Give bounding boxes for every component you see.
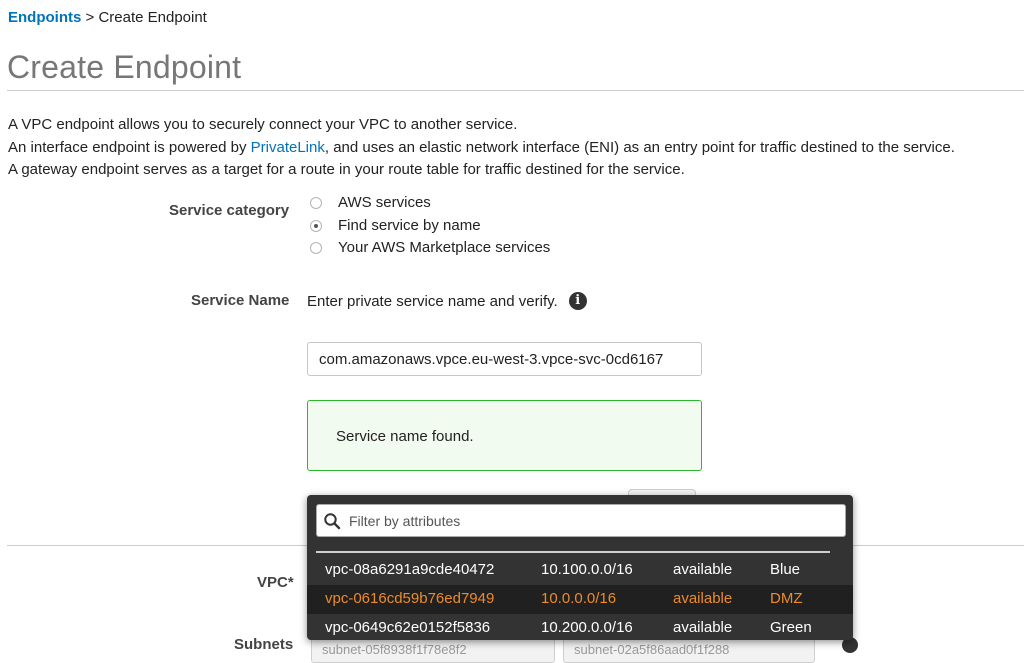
breadcrumb-current: Create Endpoint	[98, 9, 207, 26]
radio-find-service-by-name[interactable]: Find service by name	[310, 217, 481, 234]
vpc-option-cidr: 10.100.0.0/16	[541, 561, 633, 578]
page-title: Create Endpoint	[7, 49, 242, 85]
vpc-option-id: vpc-0649c62e0152f5836	[325, 619, 491, 636]
service-name-found-alert: Service name found.	[307, 400, 702, 471]
description-line-1: A VPC endpoint allows you to securely co…	[8, 116, 518, 133]
breadcrumb-endpoints-link[interactable]: Endpoints	[8, 9, 81, 26]
privatelink-link[interactable]: PrivateLink	[251, 139, 325, 156]
vpc-option-cidr: 10.200.0.0/16	[541, 619, 633, 636]
service-name-hint-text: Enter private service name and verify.	[307, 292, 558, 310]
vpc-option-list: vpc-08a6291a9cde40472 10.100.0.0/16 avai…	[307, 556, 853, 643]
vpc-filter-input[interactable]	[349, 512, 829, 529]
radio-marketplace-services[interactable]: Your AWS Marketplace services	[310, 239, 550, 256]
radio-button-aws-services[interactable]	[310, 196, 322, 209]
vpc-option-dmz[interactable]: vpc-0616cd59b76ed7949 10.0.0.0/16 availa…	[307, 585, 853, 614]
vpc-option-state: available	[673, 590, 733, 607]
description: A VPC endpoint allows you to securely co…	[8, 114, 955, 182]
breadcrumb-separator: >	[81, 9, 99, 26]
dropdown-divider	[316, 551, 830, 553]
vpc-option-name: DMZ	[770, 590, 803, 607]
filter-input-wrapper	[316, 504, 846, 537]
description-line-2-before: An interface endpoint is powered by	[8, 138, 251, 156]
vpc-option-name: Blue	[770, 561, 801, 578]
description-line-3: A gateway endpoint serves as a target fo…	[8, 161, 685, 178]
service-category-label: Service category	[169, 202, 290, 219]
radio-aws-services[interactable]: AWS services	[310, 194, 431, 211]
breadcrumb: Endpoints > Create Endpoint	[8, 9, 207, 26]
vpc-option-state: available	[673, 619, 733, 636]
radio-label-marketplace-services: Your AWS Marketplace services	[338, 239, 551, 256]
vpc-option-blue[interactable]: vpc-08a6291a9cde40472 10.100.0.0/16 avai…	[307, 556, 853, 585]
service-name-hint: Enter private service name and verify. i	[307, 292, 587, 310]
vpc-option-state: available	[673, 561, 733, 578]
title-divider	[7, 90, 1024, 91]
info-icon[interactable]: i	[568, 292, 587, 310]
vpc-option-name: Green	[770, 619, 812, 636]
vpc-option-id: vpc-08a6291a9cde40472	[325, 561, 495, 578]
description-line-2-after: , and uses an elastic network interface …	[324, 138, 955, 156]
vpc-dropdown: vpc-08a6291a9cde40472 10.100.0.0/16 avai…	[307, 495, 853, 640]
vpc-label: VPC*	[257, 574, 294, 591]
vpc-option-cidr: 10.0.0.0/16	[541, 590, 617, 607]
vpc-option-id: vpc-0616cd59b76ed7949	[325, 590, 495, 607]
search-icon	[324, 512, 341, 529]
service-name-label: Service Name	[191, 292, 290, 309]
vpc-option-green[interactable]: vpc-0649c62e0152f5836 10.200.0.0/16 avai…	[307, 614, 853, 643]
radio-button-marketplace-services[interactable]	[310, 241, 322, 254]
description-line-2: An interface endpoint is powered by Priv…	[8, 137, 955, 160]
radio-label-aws-services: AWS services	[338, 194, 431, 211]
subnets-label: Subnets	[234, 636, 294, 653]
service-name-input[interactable]	[307, 342, 702, 376]
radio-button-find-service-by-name[interactable]	[310, 219, 322, 232]
radio-label-find-service-by-name: Find service by name	[338, 217, 481, 234]
success-message: Service name found.	[336, 428, 474, 445]
